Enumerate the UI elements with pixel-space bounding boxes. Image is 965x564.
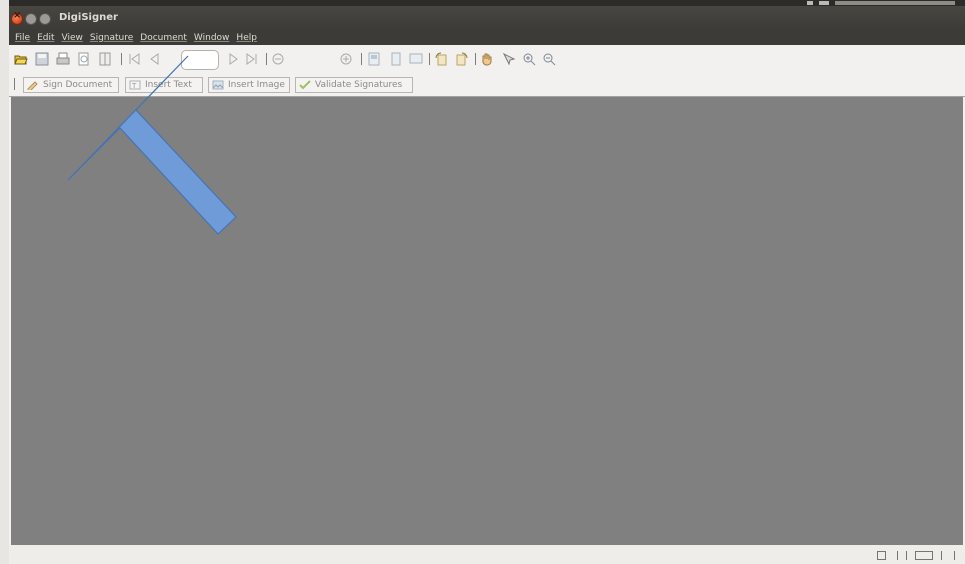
status-bar: [9, 545, 965, 564]
continuous-facing-view-icon[interactable]: [941, 551, 955, 560]
continuous-view-icon[interactable]: [897, 551, 907, 560]
validate-signatures-label: Validate Signatures: [315, 80, 403, 90]
facing-view-icon[interactable]: [915, 551, 933, 560]
single-page-icon[interactable]: [389, 52, 403, 66]
menu-bar: File Edit View Signature Document Window…: [9, 30, 965, 45]
menu-file[interactable]: File: [14, 33, 31, 43]
menu-view[interactable]: View: [61, 33, 84, 43]
sign-document-button[interactable]: Sign Document: [23, 77, 119, 93]
menu-window[interactable]: Window: [193, 33, 231, 43]
menu-edit[interactable]: Edit: [36, 33, 55, 43]
zoom-out-icon[interactable]: [271, 52, 285, 66]
toolbar-separator: [121, 53, 122, 65]
insert-image-button[interactable]: Insert Image: [208, 77, 290, 93]
page-layout-icon[interactable]: [367, 52, 381, 66]
toolbar-separator: [475, 53, 476, 65]
maximize-window-icon[interactable]: [39, 13, 51, 25]
next-page-icon[interactable]: [227, 52, 241, 66]
hand-tool-icon[interactable]: [480, 52, 494, 66]
facing-pages-icon[interactable]: [409, 52, 423, 66]
open-icon[interactable]: [14, 52, 28, 66]
insert-text-button[interactable]: T Insert Text: [125, 77, 203, 93]
digisigner-window: DigiSigner File Edit View Signature Docu…: [9, 0, 965, 564]
document-properties-icon[interactable]: [98, 52, 112, 66]
print-icon[interactable]: [56, 52, 70, 66]
toolbar-separator: [266, 53, 267, 65]
toolbar-separator: [14, 78, 15, 90]
menu-signature[interactable]: Signature: [89, 33, 134, 43]
zoom-out-magnifier-icon[interactable]: [542, 52, 556, 66]
save-icon[interactable]: [35, 52, 49, 66]
close-window-icon[interactable]: [11, 10, 23, 25]
zoom-in-icon[interactable]: [339, 52, 353, 66]
zoom-in-magnifier-icon[interactable]: [522, 52, 536, 66]
rotate-left-icon[interactable]: [434, 52, 448, 66]
signature-toolbar: Sign Document T Insert Text Insert Image…: [9, 72, 965, 97]
system-tray: [807, 0, 955, 6]
image-icon: [212, 80, 224, 90]
validate-signatures-button[interactable]: Validate Signatures: [295, 77, 413, 93]
insert-text-label: Insert Text: [145, 80, 192, 90]
tray-clock[interactable]: [835, 1, 955, 5]
previous-page-icon[interactable]: [147, 52, 161, 66]
first-page-icon[interactable]: [127, 52, 141, 66]
toolbar-separator: [361, 53, 362, 65]
sign-document-label: Sign Document: [43, 80, 113, 90]
preview-icon[interactable]: [77, 52, 91, 66]
rotate-right-icon[interactable]: [455, 52, 469, 66]
tray-battery-icon[interactable]: [819, 1, 829, 5]
menu-document[interactable]: Document: [139, 33, 188, 43]
last-page-icon[interactable]: [245, 52, 259, 66]
pen-icon: [27, 81, 38, 90]
title-bar: DigiSigner: [9, 0, 965, 30]
page-number-input[interactable]: [181, 50, 219, 70]
menu-help[interactable]: Help: [235, 33, 258, 43]
document-canvas[interactable]: [11, 97, 963, 545]
text-icon: T: [129, 80, 141, 90]
insert-image-label: Insert Image: [228, 80, 285, 90]
toolbar-separator: [429, 53, 430, 65]
checkmark-icon: [299, 80, 311, 90]
svg-text:T: T: [131, 82, 137, 90]
main-toolbar: [9, 45, 965, 72]
window-title: DigiSigner: [59, 12, 118, 23]
single-page-view-icon[interactable]: [877, 551, 886, 560]
select-tool-icon[interactable]: [502, 52, 516, 66]
tray-network-icon[interactable]: [807, 1, 813, 5]
minimize-window-icon[interactable]: [25, 13, 37, 25]
